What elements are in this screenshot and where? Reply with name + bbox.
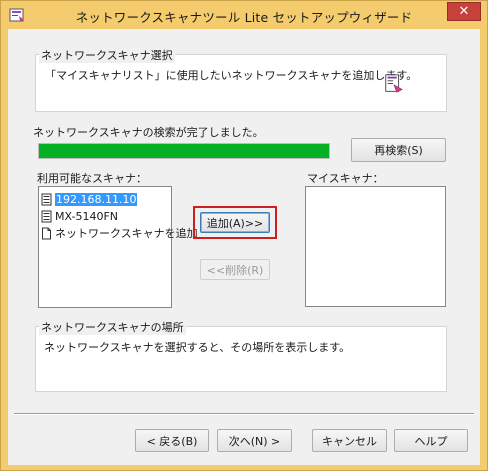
- scanner-icon: [41, 193, 52, 205]
- list-item[interactable]: 192.168.11.10: [41, 191, 138, 207]
- close-button[interactable]: ✕: [447, 2, 481, 21]
- available-scanners-label: 利用可能なスキャナ：: [37, 172, 147, 185]
- my-scanner-list[interactable]: [305, 186, 446, 307]
- list-item-label: ネットワークスキャナを追加: [55, 227, 198, 240]
- close-icon: ✕: [458, 4, 470, 19]
- next-button[interactable]: 次へ(N) >: [217, 429, 292, 452]
- wizard-client-area: 「マイスキャナリスト」に使用したいネットワークスキャナを追加します。 ネットワー…: [8, 29, 480, 465]
- wizard-window: ネットワークスキャナツール Lite セットアップウィザード ✕ 「マイスキャナ…: [0, 0, 488, 471]
- research-button[interactable]: 再検索(S): [351, 138, 446, 162]
- scanner-add-icon: [385, 74, 403, 93]
- search-status-text: ネットワークスキャナの検索が完了しました。: [33, 126, 264, 139]
- scanner-icon: [41, 210, 52, 222]
- select-description: 「マイスキャナリスト」に使用したいネットワークスキャナを追加します。: [45, 69, 418, 82]
- cancel-button[interactable]: キャンセル: [312, 429, 387, 452]
- list-item[interactable]: MX-5140FN: [41, 208, 118, 224]
- list-item-label: 192.168.11.10: [55, 192, 138, 206]
- location-group-title: ネットワークスキャナの場所: [39, 319, 186, 335]
- available-scanners-list[interactable]: 192.168.11.10 MX-5140FN ネットワークスキャナを追加: [38, 186, 198, 308]
- add-button[interactable]: 追加(A)>>: [200, 212, 270, 233]
- help-button[interactable]: ヘルプ: [394, 429, 468, 452]
- search-progress-fill: [39, 144, 329, 158]
- window-title: ネットワークスキャナツール Lite セットアップウィザード: [75, 10, 413, 25]
- search-progress-bar: [38, 143, 330, 159]
- footer-separator: [14, 413, 474, 415]
- title-bar[interactable]: ネットワークスキャナツール Lite セットアップウィザード ✕: [1, 1, 487, 29]
- select-group-title: ネットワークスキャナ選択: [39, 47, 175, 63]
- back-button[interactable]: < 戻る(B): [135, 429, 209, 452]
- remove-button[interactable]: <<削除(R): [200, 259, 270, 280]
- scanner-location-group: ネットワークスキャナを選択すると、その場所を表示します。: [35, 326, 447, 392]
- list-item-label: MX-5140FN: [55, 209, 118, 223]
- page-icon: [42, 227, 51, 239]
- location-description: ネットワークスキャナを選択すると、その場所を表示します。: [44, 341, 351, 354]
- my-scanner-label: マイスキャナ：: [307, 172, 384, 185]
- list-item[interactable]: ネットワークスキャナを追加: [41, 225, 198, 241]
